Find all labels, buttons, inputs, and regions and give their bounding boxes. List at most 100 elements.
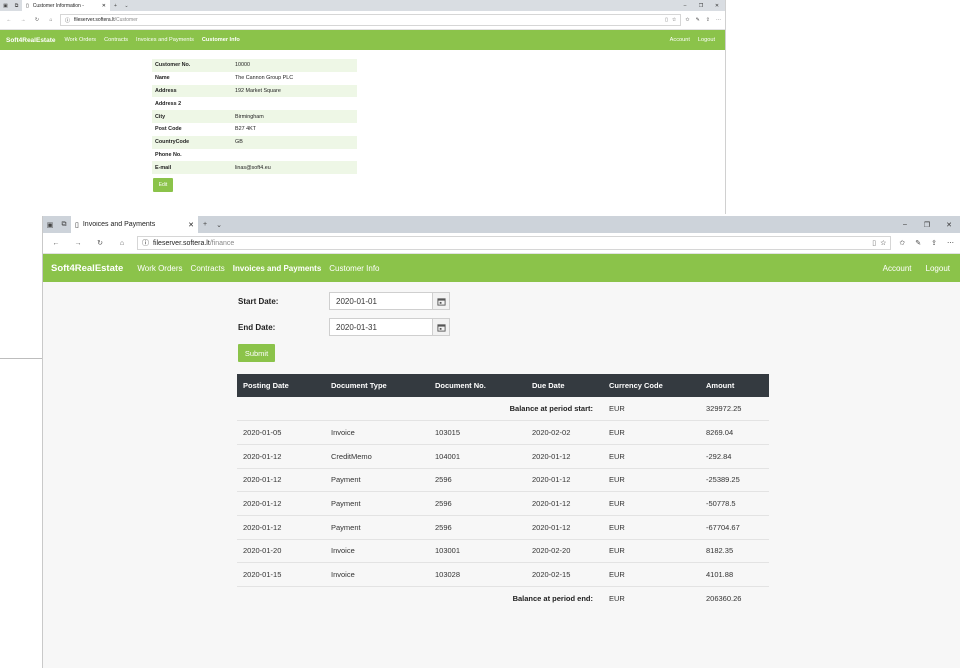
tab-aside-icon[interactable]: ⧉	[57, 216, 71, 233]
refresh-icon[interactable]: ↻	[32, 17, 42, 23]
close-window-icon[interactable]: ✕	[938, 216, 960, 233]
field-value: 10000	[232, 59, 357, 72]
share-icon[interactable]: ⇪	[706, 17, 710, 23]
col-posting-date[interactable]: Posting Date	[237, 374, 325, 397]
nav-customer-info[interactable]: Customer Info	[202, 37, 240, 43]
browser-actions: ✩ ✎ ⇪ ⋯	[899, 239, 954, 247]
field-label: Name	[155, 75, 170, 82]
tab-actions-icon[interactable]: ▣	[43, 216, 57, 233]
info-icon[interactable]: ⓘ	[142, 238, 149, 248]
brand-logo[interactable]: Soft4RealEstate	[6, 37, 56, 44]
nav-customer-info[interactable]: Customer Info	[329, 264, 379, 273]
favorite-star-icon[interactable]: ☆	[672, 17, 676, 23]
close-tab-icon[interactable]: ✕	[102, 3, 106, 9]
url-field[interactable]: ⓘ fileserver.softera.lt/Customer ▯ ☆	[60, 13, 682, 27]
edit-button[interactable]: Edit	[153, 178, 173, 192]
field-label: E-mail	[152, 161, 232, 175]
cell-currency-code: EUR	[603, 468, 700, 493]
brand-logo[interactable]: Soft4RealEstate	[51, 263, 123, 274]
submit-button[interactable]: Submit	[238, 344, 275, 362]
nav-work-orders[interactable]: Work Orders	[65, 37, 97, 43]
field-label: Phone No.	[155, 151, 182, 158]
url-field[interactable]: ⓘ fileserver.softera.lt/finance ▯ ☆	[137, 236, 892, 250]
close-window-icon[interactable]: ✕	[709, 0, 725, 11]
cell-document-no: 2596	[429, 515, 526, 540]
new-tab-icon[interactable]: +	[110, 0, 121, 11]
cell-document-no: 104001	[429, 444, 526, 469]
cell-document-no: 103028	[429, 562, 526, 587]
cell-document-type: Invoice	[325, 562, 429, 587]
col-amount[interactable]: Amount	[700, 374, 769, 397]
end-date-row: End Date: 2020-01-31	[238, 318, 450, 336]
browser-tab[interactable]: ▯ Customer Information - ✕	[22, 0, 110, 11]
reading-view-icon[interactable]: ▯	[665, 17, 668, 23]
nav-logout[interactable]: Logout	[698, 37, 715, 43]
tab-aside-icon[interactable]: ⧉	[11, 0, 22, 11]
cell-posting-date: 2020-01-05	[237, 420, 325, 445]
home-icon[interactable]: ⌂	[46, 17, 56, 23]
end-date-input[interactable]: 2020-01-31	[329, 318, 433, 336]
nav-account[interactable]: Account	[883, 264, 912, 273]
nav-work-orders[interactable]: Work Orders	[137, 264, 182, 273]
minimize-icon[interactable]: –	[894, 216, 916, 233]
start-date-input[interactable]: 2020-01-01	[329, 292, 433, 310]
browser-tab[interactable]: ▯ Invoices and Payments ✕	[71, 216, 198, 233]
tab-list-chevron-icon[interactable]: ⌄	[121, 0, 132, 11]
favorite-star-icon[interactable]: ☆	[880, 239, 886, 247]
back-icon[interactable]: ←	[49, 240, 63, 247]
minimize-icon[interactable]: –	[677, 0, 693, 11]
tab-actions-icon[interactable]: ▣	[0, 0, 11, 11]
favorites-hub-icon[interactable]: ✩	[899, 239, 905, 247]
balance-end-amount: 206360.26	[706, 594, 742, 604]
forward-icon[interactable]: →	[71, 240, 85, 247]
balance-end-currency: EUR	[609, 594, 625, 604]
close-tab-icon[interactable]: ✕	[188, 221, 194, 229]
pen-icon[interactable]: ✎	[915, 239, 921, 247]
calendar-icon[interactable]	[433, 292, 450, 310]
table-row[interactable]: 2020-01-12 Payment 2596 2020-01-12 EUR -50778…	[237, 491, 769, 516]
forward-icon[interactable]: →	[18, 17, 28, 23]
cell-currency-code: EUR	[603, 491, 700, 516]
url-path: /Customer	[114, 17, 138, 23]
nav-invoices-payments[interactable]: Invoices and Payments	[233, 264, 321, 273]
table-row: Customer No. 10000	[152, 59, 357, 72]
field-label: Address 2	[155, 100, 182, 107]
more-icon[interactable]: ⋯	[716, 17, 721, 23]
col-due-date[interactable]: Due Date	[526, 374, 603, 397]
home-icon[interactable]: ⌂	[115, 240, 129, 247]
col-currency-code[interactable]: Currency Code	[603, 374, 700, 397]
table-row: Post Code B27 4KT	[152, 123, 357, 136]
tab-list-chevron-icon[interactable]: ⌄	[212, 216, 226, 233]
col-document-type[interactable]: Document Type	[325, 374, 429, 397]
customer-info-browser-window: ▣ ⧉ ▯ Customer Information - ✕ + ⌄ – ❐ ✕…	[0, 0, 726, 214]
new-tab-icon[interactable]: +	[198, 216, 212, 233]
refresh-icon[interactable]: ↻	[93, 239, 107, 247]
back-icon[interactable]: ←	[4, 17, 14, 23]
maximize-icon[interactable]: ❐	[693, 0, 709, 11]
table-row[interactable]: 2020-01-20 Invoice 103001 2020-02-20 EUR 8182…	[237, 539, 769, 564]
maximize-icon[interactable]: ❐	[916, 216, 938, 233]
table-row[interactable]: 2020-01-12 Payment 2596 2020-01-12 EUR -25389…	[237, 468, 769, 493]
table-row[interactable]: 2020-01-15 Invoice 103028 2020-02-15 EUR 4101…	[237, 562, 769, 587]
nav-contracts[interactable]: Contracts	[104, 37, 128, 43]
field-label: City	[152, 110, 232, 123]
calendar-icon[interactable]	[433, 318, 450, 336]
reading-view-icon[interactable]: ▯	[872, 239, 876, 247]
table-row[interactable]: 2020-01-12 Payment 2596 2020-01-12 EUR -67704…	[237, 515, 769, 540]
table-row[interactable]: 2020-01-05 Invoice 103015 2020-02-02 EUR 8269…	[237, 420, 769, 445]
cell-due-date: 2020-01-12	[526, 491, 603, 516]
col-document-no[interactable]: Document No.	[429, 374, 526, 397]
share-icon[interactable]: ⇪	[931, 239, 937, 247]
nav-logout[interactable]: Logout	[926, 264, 950, 273]
nav-account[interactable]: Account	[670, 37, 690, 43]
nav-invoices-payments[interactable]: Invoices and Payments	[136, 37, 194, 43]
table-row[interactable]: 2020-01-12 CreditMemo 104001 2020-01-12 EUR -…	[237, 444, 769, 469]
nav-contracts[interactable]: Contracts	[191, 264, 225, 273]
cell-document-no: 103015	[429, 420, 526, 445]
cell-posting-date: 2020-01-12	[237, 491, 325, 516]
favorites-hub-icon[interactable]: ✩	[685, 17, 689, 23]
pen-icon[interactable]: ✎	[696, 17, 700, 23]
more-icon[interactable]: ⋯	[947, 239, 954, 247]
cell-posting-date: 2020-01-12	[237, 444, 325, 469]
info-icon[interactable]: ⓘ	[65, 17, 70, 24]
